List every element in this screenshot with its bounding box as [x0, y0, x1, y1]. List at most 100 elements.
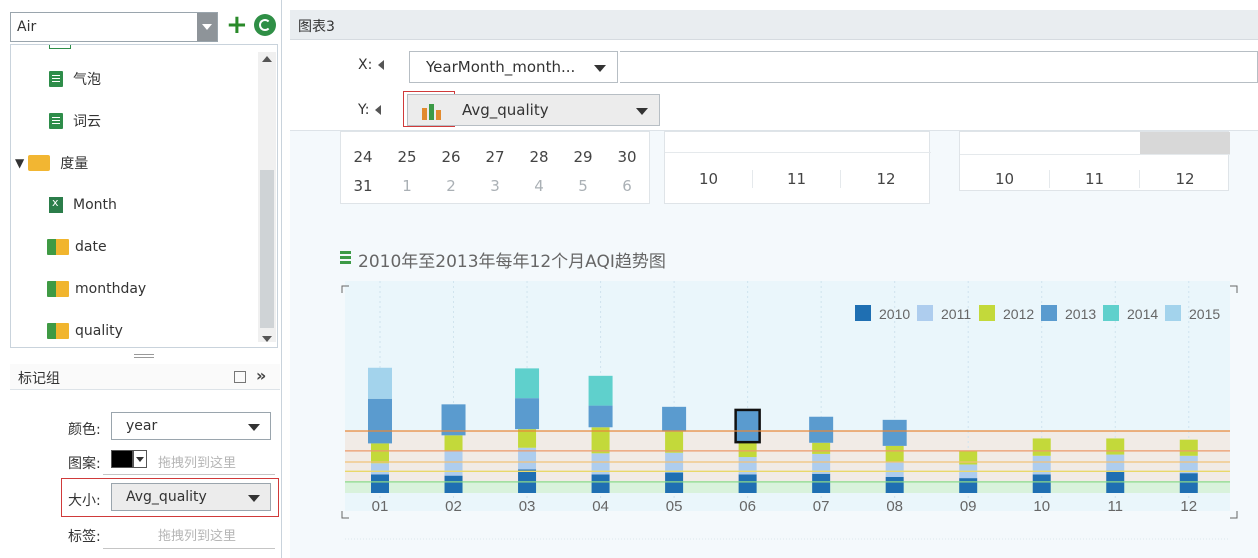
divider — [103, 474, 275, 475]
left-panel: Air + 气泡 词云 ▼ 度量 Month — [0, 0, 282, 558]
size-select[interactable]: Avg_quality — [111, 483, 271, 511]
bar-chart-icon[interactable] — [422, 104, 446, 120]
tree-item-wordcloud[interactable]: 词云 — [49, 107, 101, 135]
tree-item-label: 词云 — [73, 114, 101, 130]
bar-segment — [885, 462, 904, 477]
x-tick-label: 10 — [1033, 498, 1050, 515]
x-tick-label: 08 — [886, 498, 903, 515]
tree-scrollbar-thumb[interactable] — [260, 170, 274, 328]
legend-label: 2013 — [1065, 306, 1096, 322]
chart-titlebar: 图表3 — [290, 10, 1258, 40]
aqi-band — [345, 431, 1230, 482]
marks-title: 标记组 — [18, 371, 60, 387]
bar-segment — [665, 431, 684, 453]
color-select[interactable]: year — [111, 412, 271, 440]
bar-segment — [515, 398, 540, 430]
chart-panel-title: 图表3 — [298, 19, 335, 35]
x-axis-value: YearMonth_month... — [426, 58, 576, 76]
bar-segment — [1179, 473, 1198, 493]
chevron-down-icon[interactable] — [197, 13, 217, 41]
add-icon[interactable]: + — [226, 12, 248, 38]
document-icon — [49, 71, 63, 87]
pattern-label: 图案: — [68, 456, 101, 472]
measure-icon — [47, 323, 69, 339]
tree-item-month[interactable]: Month — [49, 191, 117, 219]
pattern-swatch[interactable] — [111, 450, 133, 468]
x-axis-field[interactable]: YearMonth_month... — [409, 51, 618, 83]
tree-item-label: 气泡 — [73, 72, 101, 88]
color-value: year — [126, 418, 158, 434]
marks-settings-icon[interactable] — [234, 371, 246, 383]
x-tick-label: 07 — [813, 498, 830, 515]
legend-label: 2014 — [1127, 306, 1158, 322]
bar-segment — [738, 474, 757, 493]
datasource-select[interactable]: Air — [10, 12, 218, 42]
tree-item-bubble[interactable]: 气泡 — [49, 65, 101, 93]
x-tick-label: 05 — [666, 498, 683, 515]
legend-label: 2010 — [879, 306, 910, 322]
divider — [103, 548, 275, 549]
chevron-down-icon — [636, 108, 648, 115]
tree-item-quality[interactable]: quality — [47, 317, 123, 345]
bar-segment — [812, 473, 831, 493]
chevron-down-icon[interactable] — [133, 450, 147, 468]
y-axis-field[interactable]: Avg_quality — [407, 94, 660, 126]
bar-segment — [662, 406, 687, 432]
legend-label: 2011 — [941, 306, 971, 322]
x-shelf-area[interactable] — [620, 51, 1258, 83]
bar-segment — [885, 476, 904, 493]
tag-label: 标签: — [68, 529, 101, 545]
legend-swatch — [1103, 305, 1119, 321]
bar-segment — [371, 463, 389, 475]
bar-segment — [734, 408, 761, 444]
tree-item-date[interactable]: date — [47, 233, 107, 261]
scroll-up-icon[interactable] — [262, 56, 272, 62]
corner-mark — [1230, 285, 1238, 293]
tag-drop-hint[interactable]: 拖拽列到这里 — [158, 525, 236, 544]
bar-segment — [515, 368, 540, 399]
bar-segment — [1179, 455, 1198, 474]
refresh-icon[interactable] — [254, 14, 276, 36]
pattern-drop-hint[interactable]: 拖拽列到这里 — [158, 452, 236, 471]
chevron-down-icon — [594, 65, 606, 72]
legend-swatch — [855, 305, 871, 321]
bar-segment — [738, 442, 757, 458]
collapse-icon[interactable]: » — [256, 366, 266, 385]
measure-icon — [47, 239, 69, 255]
tree-item-label: Month — [73, 197, 117, 213]
x-axis-label: X: — [358, 57, 384, 73]
x-tick-label: 09 — [960, 498, 977, 515]
x-tick-label: 03 — [519, 498, 536, 515]
size-value: Avg_quality — [126, 489, 207, 505]
bar-segment — [885, 445, 904, 462]
bar-segment — [588, 405, 613, 428]
aqi-stacked-bar-chart[interactable]: 01 02 03 04 05 06 07 08 09 10 11 12 2010 2011 2012 2013… — [290, 131, 1258, 558]
resize-grip[interactable] — [134, 354, 154, 358]
bar-segment — [1032, 474, 1051, 493]
document-icon — [49, 113, 63, 129]
bar-segment — [371, 443, 389, 464]
chevron-down-icon — [248, 424, 260, 431]
x-tick-label: 01 — [372, 498, 389, 515]
y-axis-value: Avg_quality — [462, 101, 549, 119]
tree-item-measure-folder[interactable]: ▼ 度量 — [15, 149, 88, 177]
bar-segment — [1179, 439, 1198, 456]
color-label: 颜色: — [68, 422, 101, 438]
legend-swatch — [979, 305, 995, 321]
tree-item-monthday[interactable]: monthday — [47, 275, 146, 303]
tree-item-label: quality — [75, 323, 123, 339]
x-tick-label: 11 — [1107, 498, 1123, 515]
y-axis-label: Y: — [358, 102, 381, 118]
axes-shelf: X: YearMonth_month... Y: Avg_quality — [290, 41, 1258, 131]
chevron-down-icon — [248, 495, 260, 502]
expand-triangle-icon[interactable]: ▼ — [15, 156, 24, 170]
legend-swatch — [1041, 305, 1057, 321]
corner-mark — [341, 511, 349, 519]
aqi-band — [345, 481, 1230, 493]
size-label: 大小: — [68, 493, 101, 509]
x-tick-label: 12 — [1180, 498, 1197, 515]
legend-label: 2012 — [1003, 306, 1034, 322]
x-tick-label: 04 — [592, 498, 609, 515]
bar-segment — [368, 398, 392, 444]
scroll-down-icon[interactable] — [262, 336, 272, 342]
